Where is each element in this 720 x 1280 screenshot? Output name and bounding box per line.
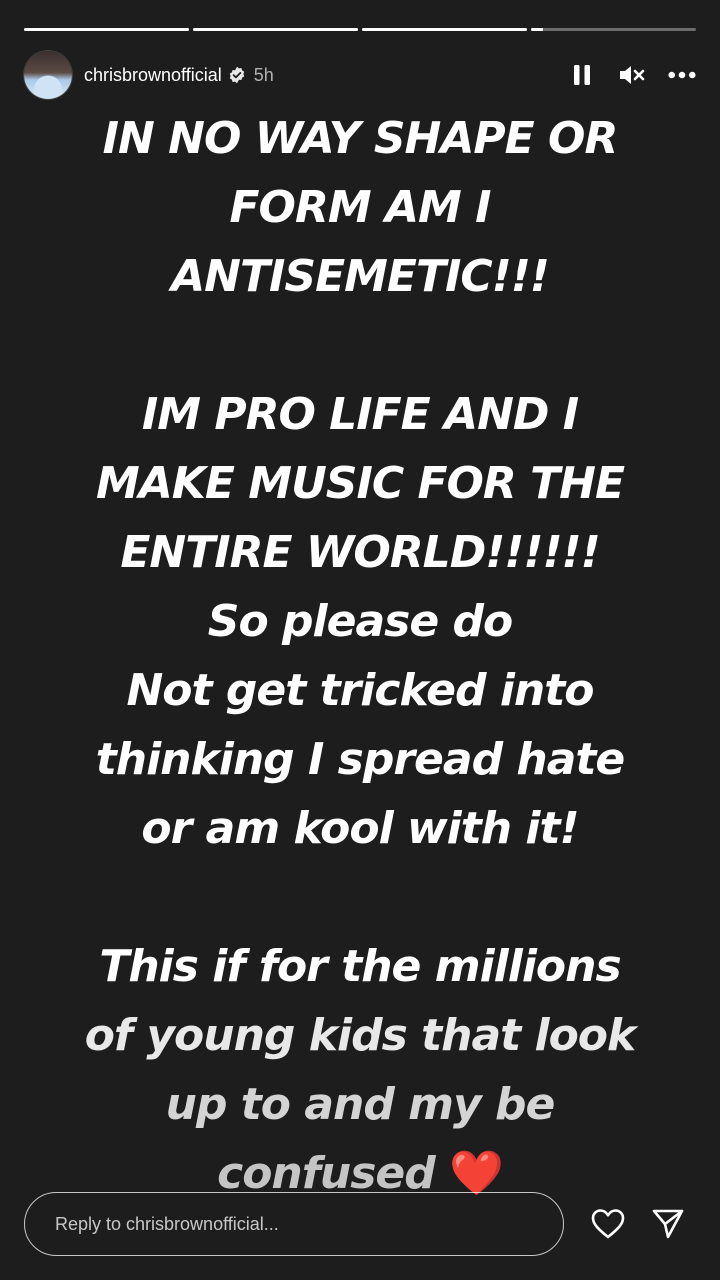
story-text-line: or am kool with it! xyxy=(141,803,579,854)
story-header: chrisbrownofficial 5h xyxy=(24,50,696,100)
story-text-line: up to and my be xyxy=(165,1079,556,1130)
progress-segment xyxy=(531,28,696,31)
send-icon[interactable] xyxy=(648,1204,688,1244)
story-text-line: IN NO WAY SHAPE OR xyxy=(102,113,619,164)
heart-icon[interactable] xyxy=(588,1204,628,1244)
post-time: 5h xyxy=(253,64,274,85)
more-icon[interactable] xyxy=(668,61,696,89)
header-controls xyxy=(568,61,696,89)
progress-segment xyxy=(24,28,189,31)
story-text-line: ANTISEMETIC!!! xyxy=(171,251,550,302)
story-text-line: FORM AM I xyxy=(229,182,492,233)
story-text-line: This if for the millions xyxy=(99,941,621,992)
progress-fill xyxy=(24,28,189,31)
progress-segment xyxy=(193,28,358,31)
story-text-line: IM PRO LIFE AND I xyxy=(141,389,579,440)
story-text-line: ENTIRE WORLD!!!!!! xyxy=(120,527,600,578)
avatar[interactable] xyxy=(24,51,72,99)
story-text-line: of young kids that look xyxy=(84,1010,637,1061)
progress-segment xyxy=(362,28,527,31)
story-text-line: Not get tricked into xyxy=(126,665,594,716)
username[interactable]: chrisbrownofficial xyxy=(84,65,222,86)
story-text-line: So please do xyxy=(207,596,513,647)
progress-fill xyxy=(193,28,358,31)
story-progress-bar xyxy=(24,28,696,32)
story-text-line: thinking I spread hate xyxy=(95,734,626,785)
mute-icon[interactable] xyxy=(618,61,646,89)
story-footer xyxy=(24,1192,696,1256)
verified-icon xyxy=(228,66,246,84)
progress-fill xyxy=(362,28,527,31)
pause-icon[interactable] xyxy=(568,61,596,89)
story-viewer: chrisbrownofficial 5h IN NO WAY SHAPE OR… xyxy=(0,0,720,1280)
story-text: IN NO WAY SHAPE OR FORM AM I ANTISEMETIC… xyxy=(20,104,700,1208)
story-text-line: MAKE MUSIC FOR THE xyxy=(95,458,625,509)
reply-input[interactable] xyxy=(24,1192,564,1256)
progress-fill xyxy=(531,28,543,31)
